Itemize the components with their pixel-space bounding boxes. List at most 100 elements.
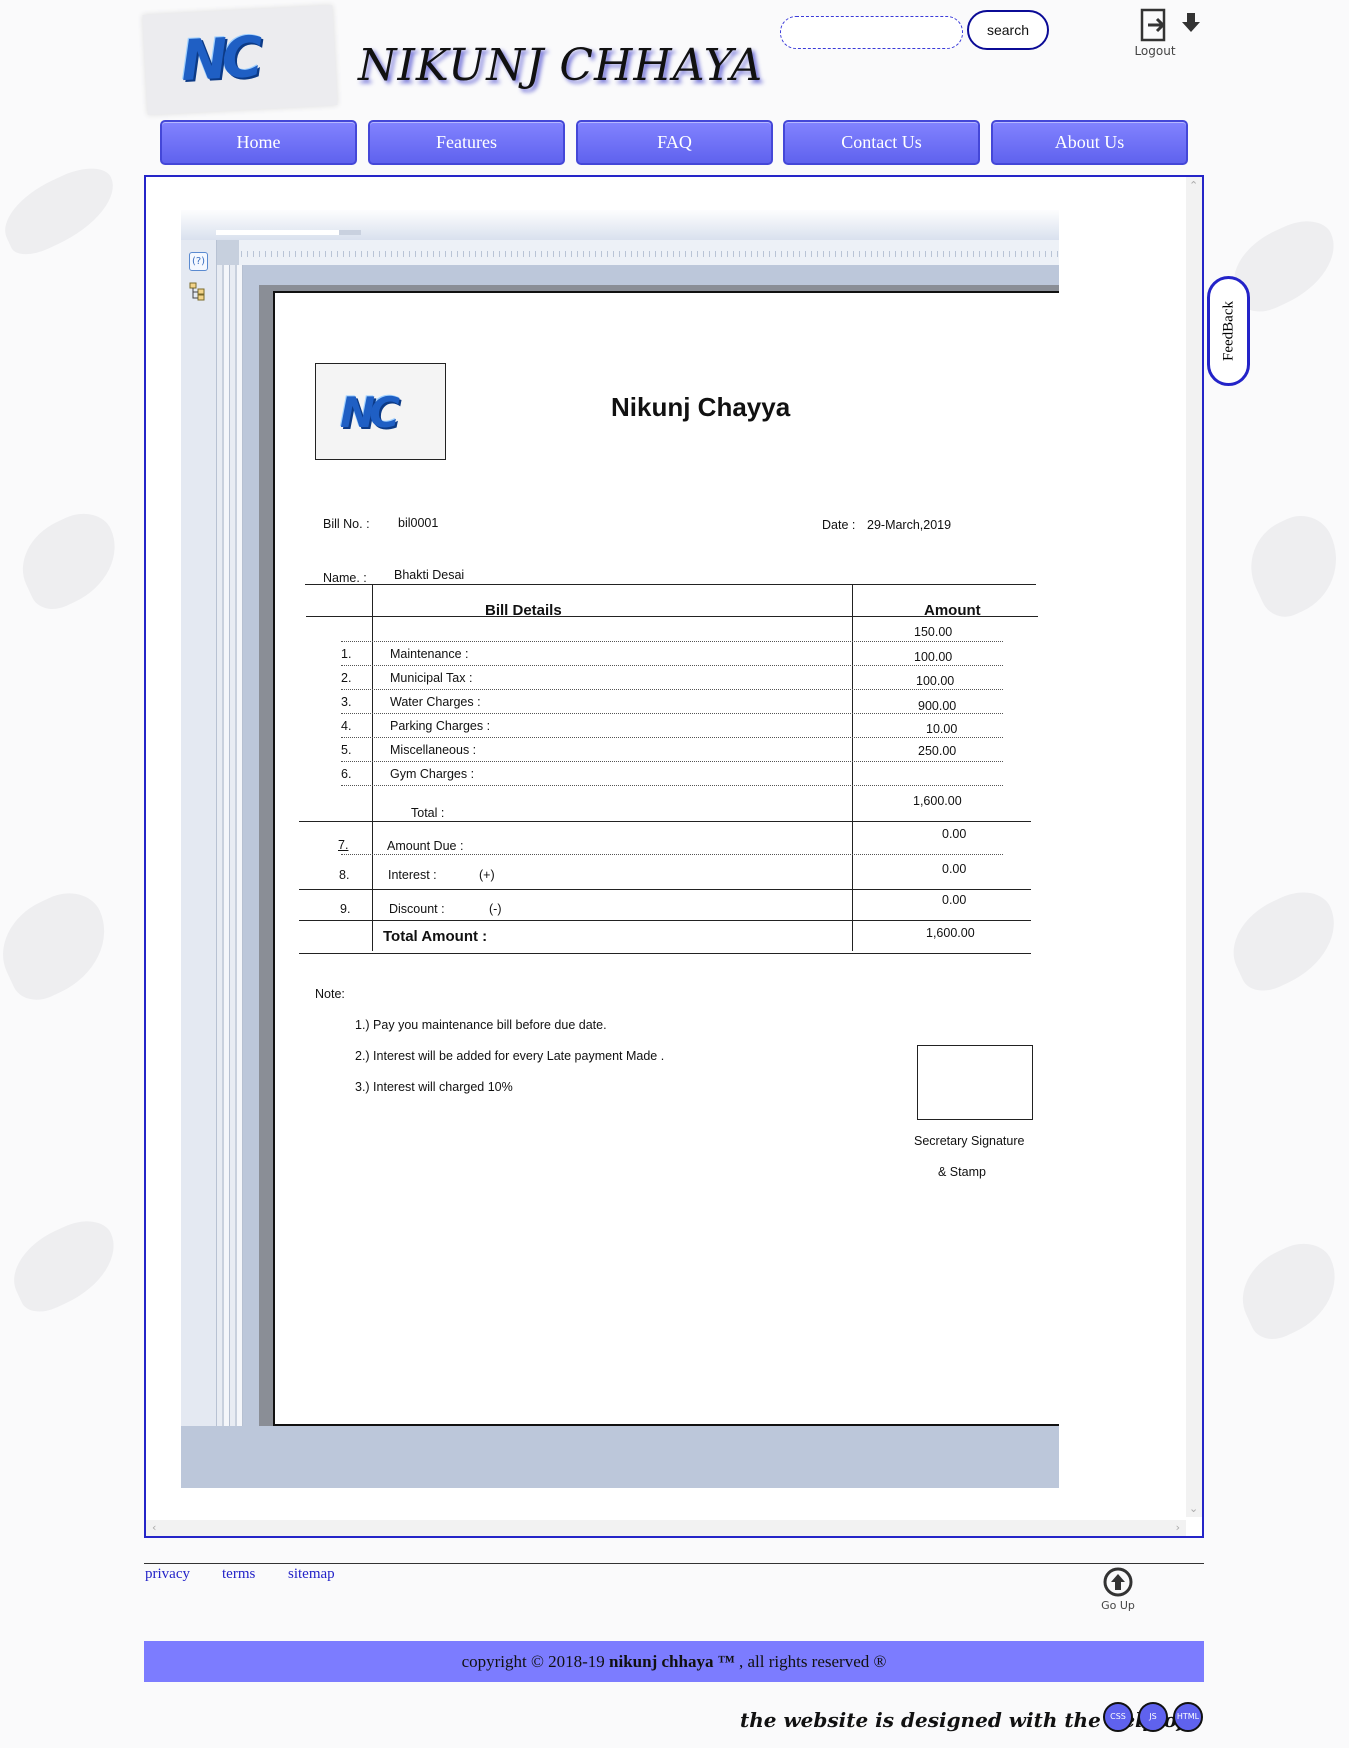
amount-due-value: 0.00 [942, 827, 967, 841]
total-label: Total : [411, 806, 445, 820]
name-label: Name. : [323, 571, 367, 585]
name-value: Bhakti Desai [394, 568, 465, 582]
html-badge[interactable]: HTML [1173, 1702, 1203, 1732]
discount-label: Discount : [389, 902, 445, 916]
amount-cell: 10.00 [926, 722, 958, 736]
bill-title: Nikunj Chayya [611, 392, 791, 422]
report-viewer: (?) NC Nikunj Chayya Bill No. : bil0001 … [181, 210, 1059, 1488]
table-rule [372, 584, 373, 951]
table-rule [341, 665, 1003, 666]
vertical-scrollbar[interactable]: ⌃ ⌄ [1186, 177, 1202, 1517]
table-rule [299, 821, 1031, 822]
item-label: Parking Charges : [390, 719, 491, 733]
copyright-prefix: copyright © 2018-19 [461, 1652, 610, 1671]
ruler-corner [217, 240, 239, 265]
background-bird [0, 880, 124, 1010]
horizontal-ruler [217, 240, 1059, 265]
js-badge[interactable]: JS [1138, 1702, 1168, 1732]
search-button[interactable]: search [967, 10, 1049, 50]
logout-button[interactable]: Logout [1130, 8, 1180, 60]
note-label: Note: [315, 987, 345, 1001]
table-rule [852, 584, 853, 951]
item-label: Water Charges : [390, 695, 481, 709]
amount-cell: 900.00 [918, 699, 957, 713]
nav-about-us[interactable]: About Us [991, 120, 1188, 165]
nav-faq[interactable]: FAQ [576, 120, 773, 165]
site-logo[interactable]: NC [142, 5, 338, 115]
go-up-icon [1103, 1567, 1133, 1597]
nav-home[interactable]: Home [160, 120, 357, 165]
copyright-brand: nikunj chhaya ™ [609, 1652, 735, 1671]
amount-cell: 100.00 [914, 650, 953, 664]
css-badge[interactable]: CSS [1103, 1702, 1133, 1732]
table-rule [341, 761, 1003, 762]
interest-label: Interest : [388, 868, 437, 882]
table-rule [341, 713, 1003, 714]
feedback-label: FeedBack [1220, 301, 1236, 361]
grand-total-value: 1,600.00 [926, 926, 975, 940]
discount-number: 9. [340, 902, 351, 916]
download-icon[interactable] [1180, 12, 1202, 34]
background-bird [0, 1210, 130, 1320]
stamp-label: & Stamp [938, 1165, 986, 1179]
amount-cell: 250.00 [918, 744, 957, 758]
scroll-up-icon[interactable]: ⌃ [1189, 179, 1198, 192]
item-number: 4. [341, 719, 352, 733]
horizontal-scrollbar[interactable]: ‹ › [146, 1520, 1186, 1536]
sitemap-link[interactable]: sitemap [288, 1566, 335, 1583]
background-bird [1235, 505, 1349, 625]
bill-no-label: Bill No. : [323, 517, 370, 531]
col-bill-details: Bill Details [485, 602, 562, 619]
go-up-label: Go Up [1101, 1599, 1135, 1612]
item-number: 3. [341, 695, 352, 709]
viewer-side-panel: (?) [181, 240, 217, 1426]
help-icon[interactable]: (?) [189, 252, 208, 271]
amount-due-label: Amount Due : [387, 839, 464, 853]
table-rule [341, 641, 1003, 642]
item-number: 6. [341, 767, 352, 781]
go-up-button[interactable]: Go Up [1096, 1567, 1140, 1612]
viewer-tab-strip[interactable] [216, 230, 361, 235]
interest-value: 0.00 [942, 862, 967, 876]
note-line: 3.) Interest will charged 10% [355, 1080, 513, 1094]
scroll-down-icon[interactable]: ⌄ [1189, 1502, 1198, 1515]
search-input[interactable] [780, 16, 963, 49]
grand-total-label: Total Amount : [383, 928, 488, 945]
date-value: 29-March,2019 [867, 518, 952, 532]
interest-sign: (+) [479, 868, 495, 882]
amount-due-number: 7. [338, 838, 349, 852]
background-bird [0, 157, 128, 263]
privacy-link[interactable]: privacy [145, 1566, 190, 1583]
footer-divider [144, 1563, 1204, 1564]
scroll-right-icon[interactable]: › [1176, 1521, 1180, 1534]
item-label: Maintenance : [390, 647, 469, 661]
logout-label: Logout [1134, 44, 1176, 58]
discount-sign: (-) [489, 902, 502, 916]
terms-link[interactable]: terms [222, 1566, 255, 1583]
scroll-left-icon[interactable]: ‹ [152, 1521, 156, 1534]
background-bird [7, 502, 133, 618]
logout-icon [1140, 8, 1166, 42]
amount-cell: 150.00 [914, 625, 953, 639]
nav-contact-us[interactable]: Contact Us [783, 120, 980, 165]
feedback-tab[interactable]: FeedBack [1207, 276, 1250, 386]
tree-icon[interactable] [189, 282, 208, 301]
table-rule [341, 785, 1003, 786]
bill-logo-mark: NC [340, 388, 400, 437]
site-title: NIKUNJ CHHAYA [358, 40, 764, 91]
table-rule [305, 584, 1036, 585]
table-rule [341, 737, 1003, 738]
item-label: Miscellaneous : [390, 743, 477, 757]
report-frame: ⌃ ⌄ ‹ › (?) NC Nikunj Chayya Bill No.: … [144, 175, 1204, 1538]
item-label: Gym Charges : [390, 767, 475, 781]
table-rule [299, 889, 1031, 890]
signature-label: Secretary Signature [914, 1134, 1025, 1148]
nav-features[interactable]: Features [368, 120, 565, 165]
copyright-bar: copyright © 2018-19 nikunj chhaya ™ , al… [144, 1641, 1204, 1682]
table-rule [341, 689, 1003, 690]
item-number: 5. [341, 743, 352, 757]
viewer-toolbar [181, 210, 1059, 240]
date-label: Date : [822, 518, 856, 532]
vertical-ruler [217, 265, 243, 1426]
background-bird [1218, 880, 1349, 1000]
